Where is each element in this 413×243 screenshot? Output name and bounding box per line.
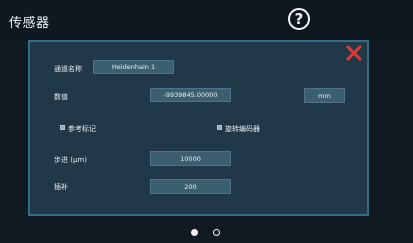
rotary-encoder-checkbox[interactable] xyxy=(217,125,222,130)
step-input[interactable]: 10000 xyxy=(150,151,231,166)
help-icon[interactable]: ? xyxy=(288,8,310,30)
reference-mark-label: 参考标记 xyxy=(68,125,96,133)
close-icon[interactable] xyxy=(346,45,362,61)
sensor-settings-panel: 通道名称 Heidenhain 1 数值 -9939845.00000 mm 参… xyxy=(28,40,369,216)
unit-button[interactable]: mm xyxy=(304,88,345,103)
step-label: 步进 (μm) xyxy=(54,156,87,164)
channel-name-label: 通道名称 xyxy=(54,65,82,73)
interpolation-input[interactable]: 200 xyxy=(150,179,231,194)
top-bar: 传感器 ? xyxy=(0,0,413,40)
rotary-encoder-label: 旋转编码器 xyxy=(225,125,260,133)
reference-mark-checkbox[interactable] xyxy=(60,125,65,130)
help-glyph: ? xyxy=(294,9,304,28)
page-indicator-inactive[interactable] xyxy=(213,229,220,236)
value-display: -9939845.00000 xyxy=(150,88,231,102)
page-title: 传感器 xyxy=(9,16,50,31)
channel-name-field[interactable]: Heidenhain 1 xyxy=(93,60,174,74)
page-indicator-active[interactable] xyxy=(191,229,198,236)
value-label: 数值 xyxy=(54,93,68,101)
interpolation-label: 插补 xyxy=(54,183,68,191)
